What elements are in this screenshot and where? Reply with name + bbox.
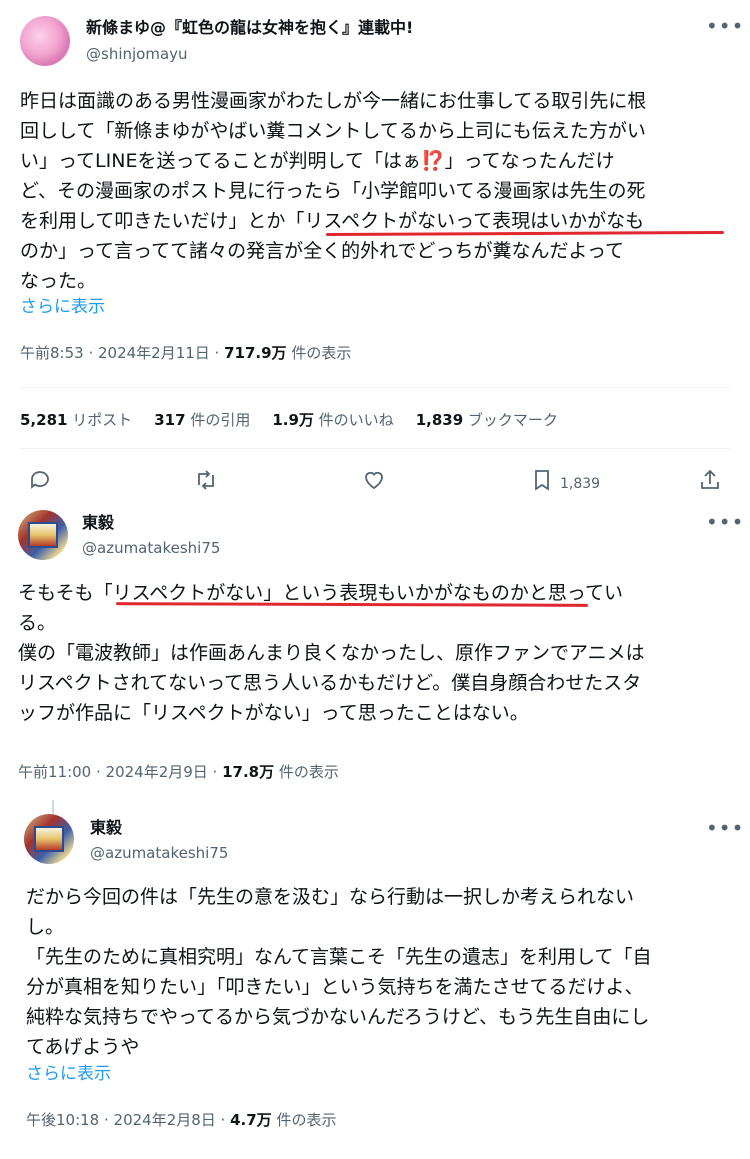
user-handle[interactable]: @shinjomayu xyxy=(86,44,188,64)
bookmark-icon[interactable] xyxy=(530,468,554,492)
display-name[interactable]: 東毅 xyxy=(90,818,122,838)
timestamp[interactable]: 午後10:18 · 2024年2月8日 · xyxy=(26,1111,230,1129)
more-icon[interactable]: ••• xyxy=(706,818,744,838)
post-text: だから今回の件は「先生の意を汲む」なら行動は一択しか考えられない し。 「先生の… xyxy=(26,886,652,1058)
post-meta: 午後10:18 · 2024年2月8日 · 4.7万 件の表示 xyxy=(26,1111,337,1129)
quote-stat[interactable]: 317 件の引用 xyxy=(154,408,250,432)
timestamp[interactable]: 午前8:53 · 2024年2月11日 · xyxy=(20,344,224,362)
repost-icon[interactable] xyxy=(194,468,218,492)
show-more-link[interactable]: さらに表示 xyxy=(26,1063,111,1085)
post-main: 新條まゆ@『虹色の龍は女神を抱く』連載中! @shinjomayu ••• 昨日… xyxy=(0,0,750,500)
view-count: 717.9万 xyxy=(224,344,287,362)
repost-stat[interactable]: 5,281 リポスト xyxy=(20,408,132,432)
like-stat[interactable]: 1.9万 件のいいね xyxy=(272,408,393,432)
display-name[interactable]: 東毅 xyxy=(82,513,114,533)
show-more-link[interactable]: さらに表示 xyxy=(20,296,105,318)
user-handle[interactable]: @azumatakeshi75 xyxy=(82,538,220,558)
bookmark-stat[interactable]: 1,839 ブックマーク xyxy=(416,408,558,432)
engagement-stats: 5,281 リポスト 317 件の引用 1.9万 件のいいね 1,839 ブックマーク xyxy=(20,408,580,432)
exclamation-question-emoji: ⁉️ xyxy=(420,150,445,172)
divider xyxy=(20,387,730,388)
quoted-post-2: 東毅 @azumatakeshi75 ••• だから今回の件は「先生の意を汲む」… xyxy=(0,800,750,1159)
divider xyxy=(20,448,730,449)
timestamp[interactable]: 午前11:00 · 2024年2月9日 · xyxy=(18,763,222,781)
like-icon[interactable] xyxy=(362,468,386,492)
view-count: 17.8万 xyxy=(222,763,275,781)
view-count: 4.7万 xyxy=(230,1111,272,1129)
display-name[interactable]: 新條まゆ@『虹色の龍は女神を抱く』連載中! xyxy=(86,18,413,38)
bookmark-count: 1,839 xyxy=(560,476,601,492)
share-icon[interactable] xyxy=(698,468,722,492)
reply-icon[interactable] xyxy=(28,468,52,492)
user-handle[interactable]: @azumatakeshi75 xyxy=(90,843,228,863)
action-bar: 1,839 xyxy=(0,462,750,492)
avatar[interactable] xyxy=(18,510,68,560)
post-text: そもそも「リスペクトがない」という表現もいかがなものかと思ってい る。 僕の「電… xyxy=(18,582,645,724)
avatar[interactable] xyxy=(20,16,70,66)
post-meta: 午前8:53 · 2024年2月11日 · 717.9万 件の表示 xyxy=(20,344,352,362)
post-text: 昨日は面識のある男性漫画家がわたしが今一緒にお仕事してる取引先に根 回しして「新… xyxy=(20,90,647,292)
post-meta: 午前11:00 · 2024年2月9日 · 17.8万 件の表示 xyxy=(18,763,339,781)
quoted-post-1: 東毅 @azumatakeshi75 ••• そもそも「リスペクトがない」という… xyxy=(0,500,750,800)
more-icon[interactable]: ••• xyxy=(706,512,744,532)
more-icon[interactable]: ••• xyxy=(706,16,744,36)
avatar[interactable] xyxy=(24,814,74,864)
